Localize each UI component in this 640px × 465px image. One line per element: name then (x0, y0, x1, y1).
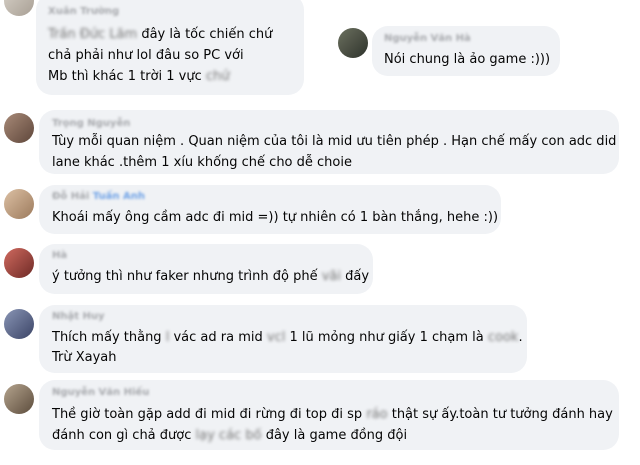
avatar[interactable] (4, 248, 34, 278)
comment-author[interactable]: Nguyễn Văn Hiếu (52, 387, 149, 398)
avatar[interactable] (4, 309, 34, 339)
comment-text-line: Nói chung là ảo game :))) (384, 52, 551, 67)
blurred-word: l (165, 330, 170, 345)
comment-text-line: lane khác .thêm 1 xíu khống chế cho dễ c… (52, 155, 352, 170)
comment-text: đây là game đồng đội (265, 428, 408, 443)
comment-text-line: Tùy mỗi quan niệm . Quan niệm của tôi là… (52, 134, 617, 149)
avatar[interactable] (4, 113, 34, 143)
avatar[interactable] (4, 0, 34, 16)
comment-author[interactable]: Hà (52, 250, 67, 261)
comment-author[interactable]: Đỗ Hải Tuấn Anh (52, 191, 145, 202)
comment-author[interactable]: Nhật Huy (52, 311, 105, 322)
comment-text: Mb thì khác 1 trời 1 vực (48, 69, 202, 84)
comment-author[interactable]: Nguyễn Văn Hà (384, 33, 471, 44)
author-name[interactable]: Đỗ Hải (52, 191, 89, 202)
blurred-word: cook (487, 330, 519, 345)
comment-author[interactable]: Xuân Trường (48, 6, 119, 17)
comment-text: Thích mấy thằng (52, 330, 162, 345)
comment-text-line: Trừ Xayah (52, 350, 117, 365)
comment-text-line: chả phải như lol đâu so PC với (48, 48, 244, 63)
blurred-word: vcl (266, 330, 286, 345)
comment-text: đấy (345, 269, 370, 284)
avatar[interactable] (338, 28, 368, 58)
blurred-word: ráo (366, 407, 388, 422)
avatar[interactable] (4, 189, 34, 219)
mention-link[interactable]: Trần Đức Lãm (48, 27, 137, 42)
blurred-word: chứ (205, 69, 230, 84)
avatar[interactable] (4, 384, 34, 414)
comment-text-line: Trần Đức Lãm đây là tốc chiến chứ (48, 24, 272, 45)
comment-text: vác ad ra mid (173, 330, 263, 345)
comment-text: 1 lũ mỏng như giấy 1 chạm là (289, 330, 484, 345)
comment-text: thật sự ấy.toàn tư tưởng đánh hay (391, 407, 613, 422)
comment-text-line: đánh con gì chả được lạy các bố đây là g… (52, 425, 407, 446)
mention-link[interactable]: Tuấn Anh (93, 191, 145, 202)
comment-text: Thề giờ toàn gặp add đi mid đi rừng đi t… (52, 407, 363, 422)
comment-text: ý tưởng thì như faker nhưng trình độ phế (52, 269, 318, 284)
comment-text-line: Thề giờ toàn gặp add đi mid đi rừng đi t… (52, 404, 613, 425)
comment-text-line: Thích mấy thằng l vác ad ra mid vcl 1 lũ… (52, 327, 523, 348)
comment-text: đây là tốc chiến chứ (141, 27, 273, 42)
comment-text-line: ý tưởng thì như faker nhưng trình độ phế… (52, 266, 369, 287)
comment-text: đánh con gì chả được (52, 428, 192, 443)
comment-author[interactable]: Trọng Nguyễn (52, 118, 130, 129)
comment-text: . (518, 330, 523, 345)
comment-text-line: Mb thì khác 1 trời 1 vực chứ (48, 66, 230, 87)
blurred-word: vãi (321, 269, 342, 284)
comment-text-line: Khoái mấy ông cầm adc đi mid =)) tự nhiê… (52, 210, 499, 225)
blurred-word: lạy các bố (195, 428, 262, 443)
